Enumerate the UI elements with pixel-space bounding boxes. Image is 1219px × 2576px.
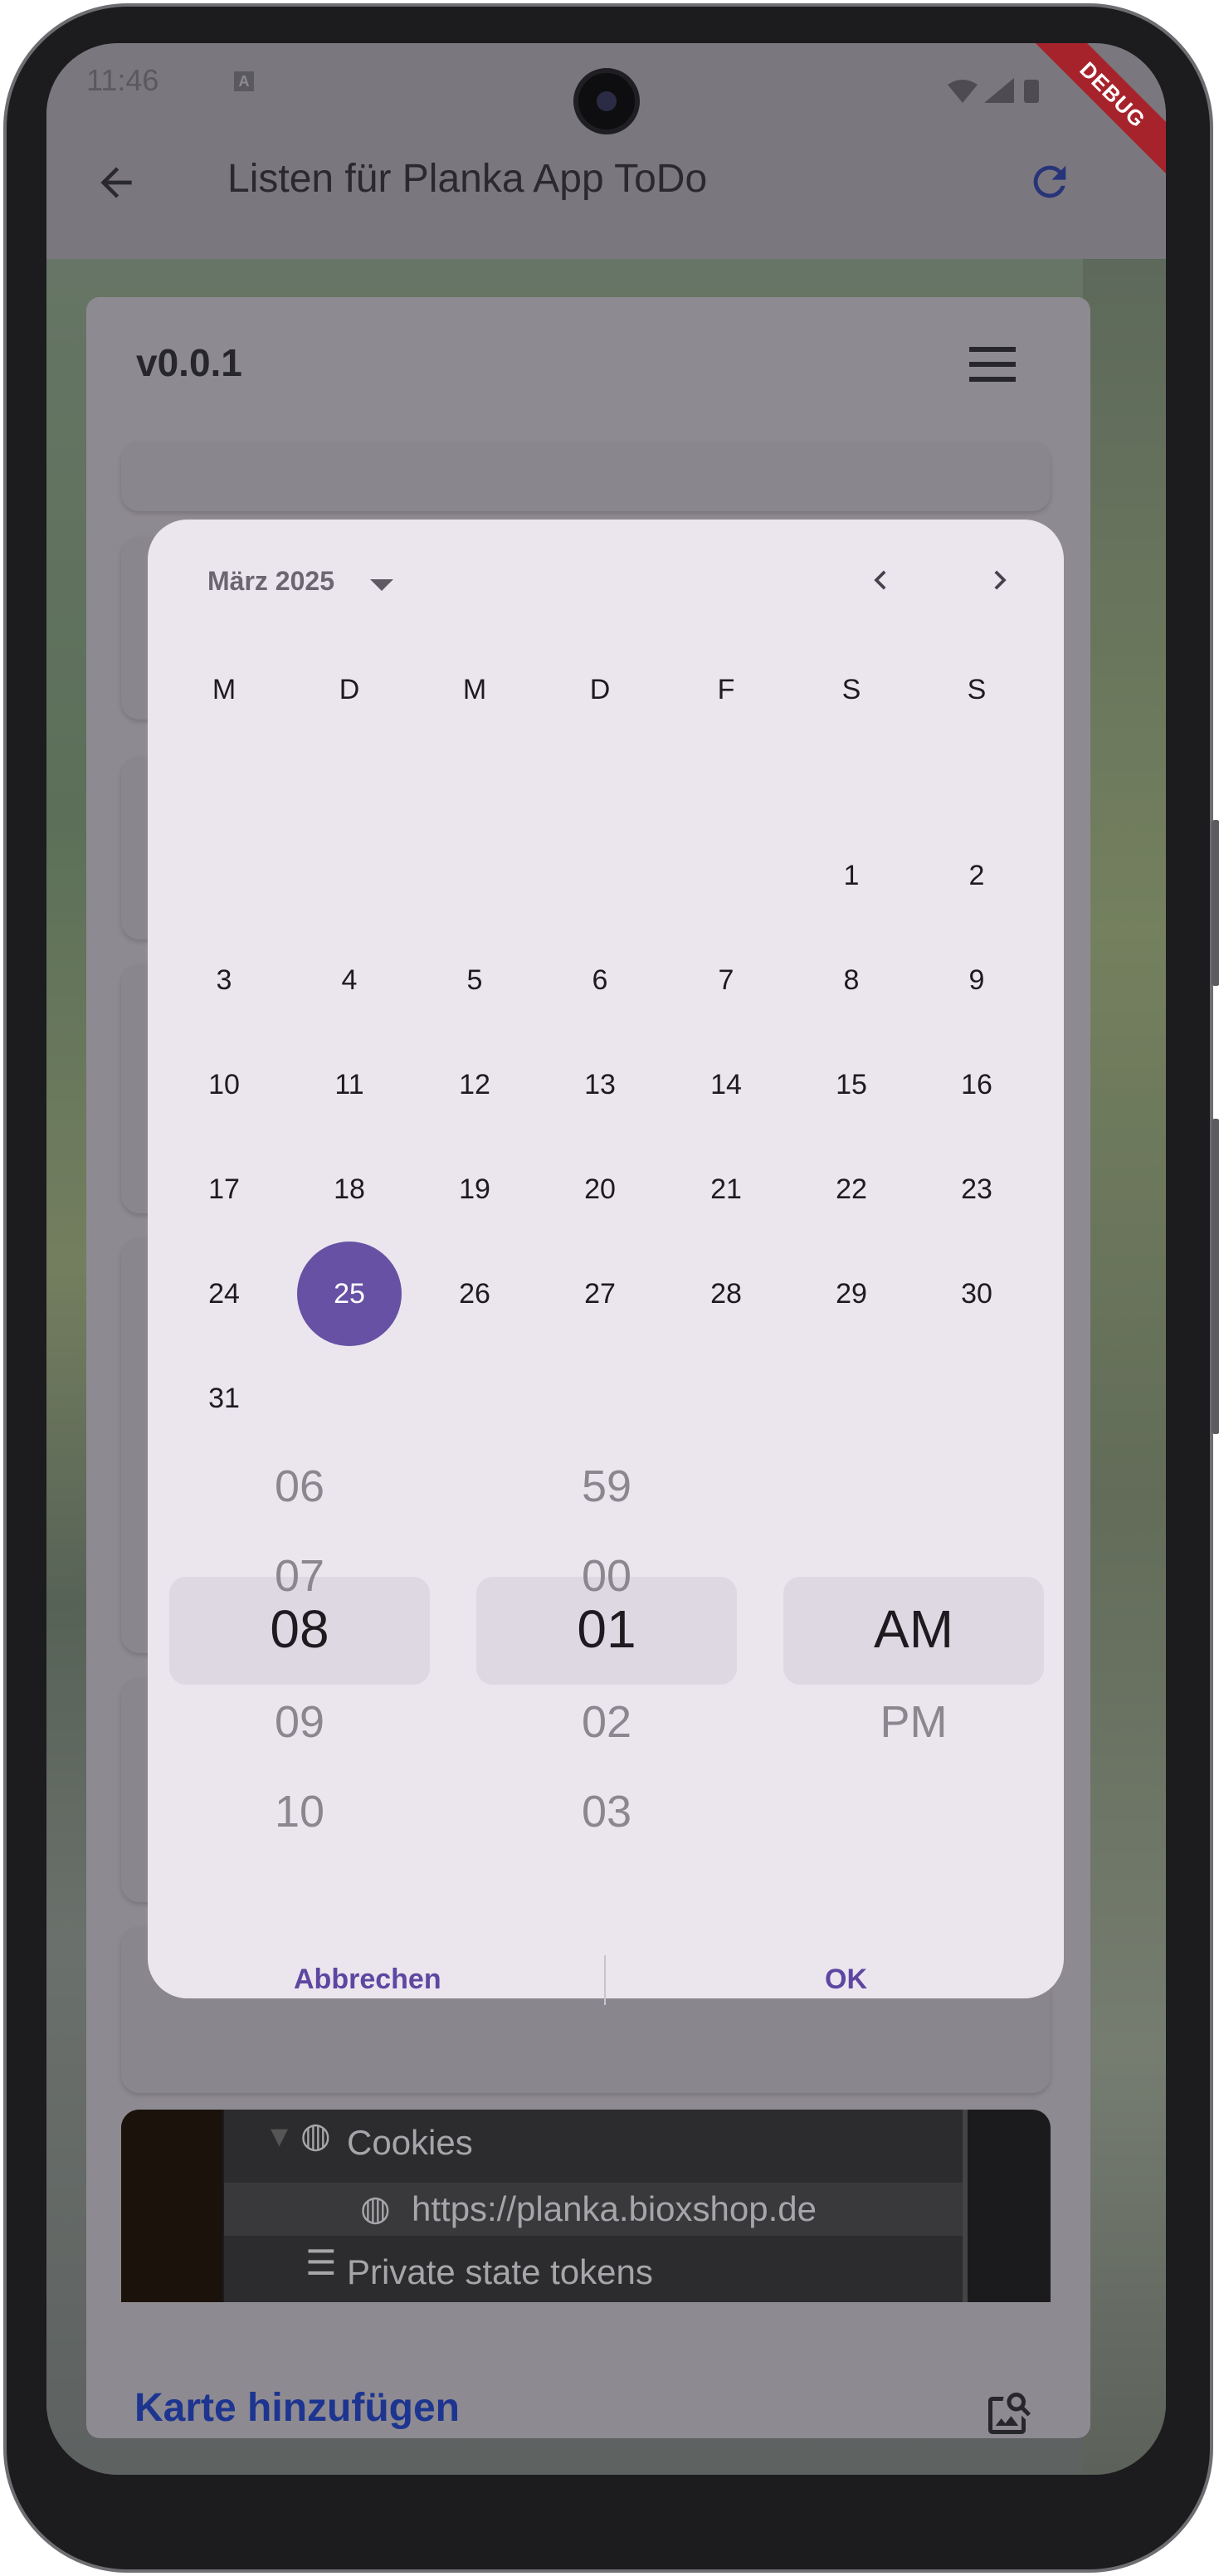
card-image-attachment[interactable]: ▾ ◍ Cookies ◍ https://planka.bioxshop.de… bbox=[121, 2110, 1051, 2302]
ok-button[interactable]: OK bbox=[825, 1964, 867, 1996]
calendar-day[interactable]: 20 bbox=[548, 1137, 652, 1242]
cookie-icon: ◍ bbox=[300, 2115, 331, 2154]
minute-option[interactable]: 59 bbox=[476, 1461, 737, 1512]
button-divider bbox=[604, 1955, 606, 2005]
signal-wifi-battery-icon bbox=[948, 78, 1039, 103]
calendar-day[interactable]: 7 bbox=[674, 928, 778, 1032]
hour-option[interactable]: 09 bbox=[169, 1696, 430, 1748]
arrow-back-icon[interactable] bbox=[93, 159, 139, 206]
calendar-day[interactable]: 28 bbox=[674, 1242, 778, 1346]
refresh-icon[interactable] bbox=[1026, 158, 1074, 206]
database-icon: ☰ bbox=[305, 2243, 337, 2282]
image-search-icon[interactable] bbox=[984, 2388, 1034, 2438]
weekday-label: S bbox=[967, 674, 987, 705]
weekday-label: M bbox=[462, 674, 487, 705]
hour-option[interactable]: 07 bbox=[169, 1550, 430, 1602]
volume-button bbox=[1212, 820, 1219, 986]
page-title: Listen für Planka App ToDo bbox=[227, 157, 708, 201]
minute-option[interactable]: 03 bbox=[476, 1786, 737, 1837]
image-strip bbox=[121, 2110, 222, 2302]
calendar-day[interactable]: 12 bbox=[422, 1032, 527, 1137]
weekday-label: D bbox=[339, 674, 360, 705]
list-card[interactable] bbox=[121, 442, 1051, 511]
calendar-day[interactable]: 16 bbox=[924, 1032, 1029, 1137]
calendar-day[interactable]: 1 bbox=[799, 823, 904, 928]
hour-option[interactable]: 06 bbox=[169, 1461, 430, 1512]
add-card-button[interactable]: Karte hinzufügen bbox=[134, 2385, 460, 2431]
hour-option[interactable]: 10 bbox=[169, 1786, 430, 1837]
weekday-label: F bbox=[717, 674, 735, 705]
status-time: 11:46 bbox=[86, 63, 159, 97]
screen: 11:46 A DEBUG Listen für Planka App ToDo… bbox=[46, 43, 1166, 2475]
calendar-day-selected[interactable]: 25 bbox=[297, 1242, 402, 1346]
hamburger-icon[interactable] bbox=[969, 347, 1016, 383]
hour-option-selected[interactable]: 08 bbox=[169, 1598, 430, 1660]
calendar-day[interactable]: 5 bbox=[422, 928, 527, 1032]
list-title: v0.0.1 bbox=[136, 341, 242, 384]
calendar-day[interactable]: 4 bbox=[297, 928, 402, 1032]
calendar-day[interactable]: 8 bbox=[799, 928, 904, 1032]
calendar-day[interactable]: 26 bbox=[422, 1242, 527, 1346]
minute-option[interactable]: 00 bbox=[476, 1550, 737, 1602]
period-option-selected[interactable]: AM bbox=[783, 1598, 1044, 1660]
month-year-selector[interactable]: März 2025 bbox=[207, 566, 334, 597]
weekday-label: S bbox=[841, 674, 861, 705]
calendar-day[interactable]: 23 bbox=[924, 1137, 1029, 1242]
minute-option-selected[interactable]: 01 bbox=[476, 1598, 737, 1660]
front-camera bbox=[573, 68, 640, 134]
calendar-day[interactable]: 19 bbox=[422, 1137, 527, 1242]
calendar-day[interactable]: 17 bbox=[172, 1137, 276, 1242]
calendar-day[interactable]: 31 bbox=[172, 1346, 276, 1451]
calendar-day[interactable]: 15 bbox=[799, 1032, 904, 1137]
calendar-day[interactable]: 22 bbox=[799, 1137, 904, 1242]
power-button bbox=[1212, 1119, 1219, 1434]
calendar-day[interactable]: 24 bbox=[172, 1242, 276, 1346]
period-option[interactable]: PM bbox=[783, 1696, 1044, 1748]
weekday-label: M bbox=[212, 674, 236, 705]
calendar-day[interactable]: 29 bbox=[799, 1242, 904, 1346]
image-text-line: Private state tokens bbox=[347, 2252, 653, 2291]
calendar-day[interactable]: 2 bbox=[924, 823, 1029, 928]
weekday-label: D bbox=[589, 674, 611, 705]
calendar-day[interactable]: 10 bbox=[172, 1032, 276, 1137]
date-time-picker-dialog: März 2025 M D M D F S S 1 2 3 4 5 6 7 8 9 10 11 12 1… bbox=[148, 520, 1064, 2005]
calendar-day[interactable]: 21 bbox=[674, 1137, 778, 1242]
cancel-button[interactable]: Abbrechen bbox=[294, 1964, 441, 1996]
triangle-icon: ▾ bbox=[271, 2115, 289, 2154]
calendar-day[interactable]: 27 bbox=[548, 1242, 652, 1346]
calendar-day[interactable]: 18 bbox=[297, 1137, 402, 1242]
calendar-day[interactable]: 14 bbox=[674, 1032, 778, 1137]
calendar-day[interactable]: 30 bbox=[924, 1242, 1029, 1346]
chevron-left-icon[interactable] bbox=[861, 561, 900, 599]
image-text-line: https://planka.bioxshop.de bbox=[412, 2189, 817, 2228]
calendar-day[interactable]: 9 bbox=[924, 928, 1029, 1032]
calendar-day[interactable]: 3 bbox=[172, 928, 276, 1032]
app-bar: Listen für Planka App ToDo bbox=[46, 134, 1166, 226]
image-text-line: Cookies bbox=[347, 2123, 473, 2162]
minute-option[interactable]: 02 bbox=[476, 1696, 737, 1748]
calendar-day[interactable]: 6 bbox=[548, 928, 652, 1032]
chevron-right-icon[interactable] bbox=[981, 561, 1019, 599]
notification-a-icon: A bbox=[234, 71, 254, 91]
caret-down-icon[interactable] bbox=[370, 579, 393, 591]
image-scrollbar bbox=[963, 2110, 968, 2302]
calendar-day[interactable]: 13 bbox=[548, 1032, 652, 1137]
calendar-day[interactable]: 11 bbox=[297, 1032, 402, 1137]
cookie-icon: ◍ bbox=[360, 2188, 391, 2227]
